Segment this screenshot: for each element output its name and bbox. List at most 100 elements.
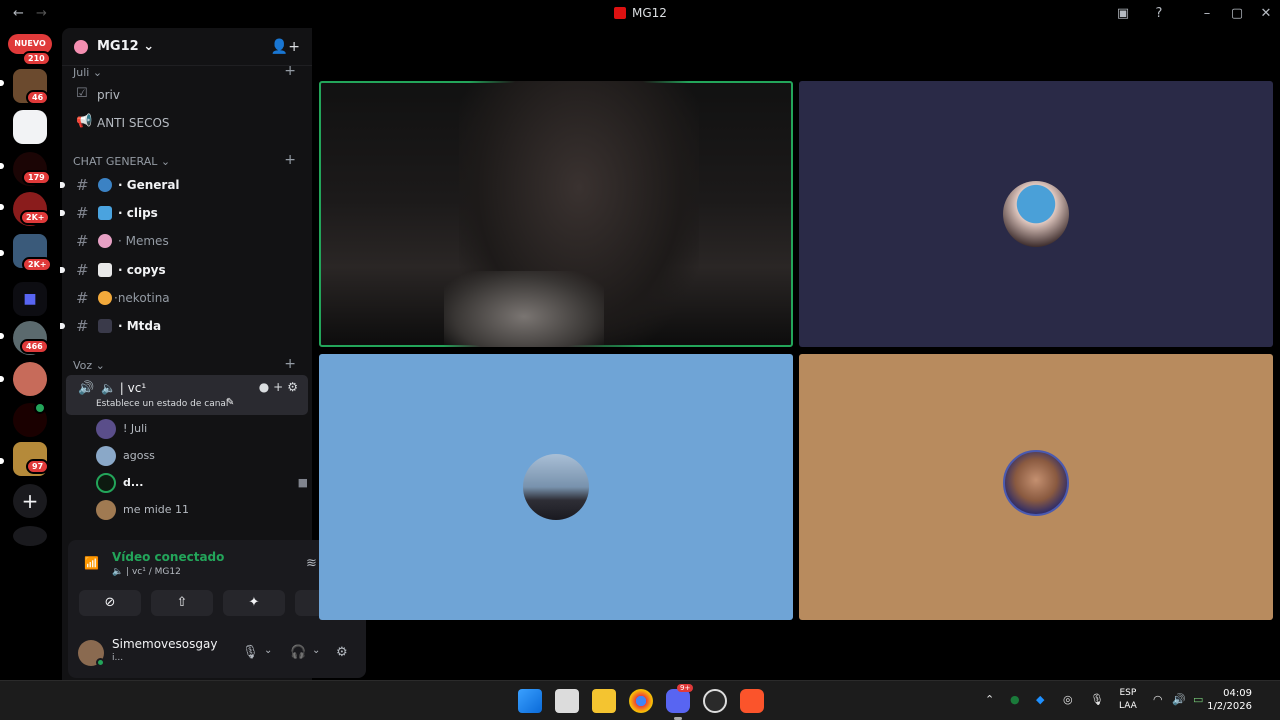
participant-avatar	[1003, 450, 1069, 516]
video-tile-avatar[interactable]	[799, 81, 1273, 347]
battery-icon[interactable]: ▭	[1193, 693, 1203, 706]
unread-badge: 179	[22, 170, 51, 185]
channel-name: · Memes	[118, 234, 169, 248]
edit-pencil-icon[interactable]: ✎	[226, 397, 234, 408]
chrome-icon[interactable]	[629, 689, 653, 713]
video-tile-camera[interactable]	[319, 81, 793, 347]
add-channel-icon[interactable]: +	[284, 152, 296, 168]
avatar	[96, 446, 116, 466]
user-settings-gear-icon[interactable]: ⚙	[336, 645, 348, 660]
voice-channel-tools: ●+⚙	[259, 380, 302, 394]
channel-nekotina[interactable]: # ·nekotina	[62, 285, 312, 311]
add-channel-icon[interactable]: +	[284, 356, 296, 372]
unread-pill	[0, 376, 4, 382]
channel-priv[interactable]: ☑ priv	[62, 82, 312, 108]
category-chat-general[interactable]: CHAT GENERAL ⌄	[73, 155, 170, 168]
back-arrow-icon[interactable]: ←	[13, 6, 24, 21]
server-icon[interactable]	[13, 362, 47, 396]
forward-arrow-icon[interactable]: →	[36, 6, 47, 21]
help-icon[interactable]: ?	[1149, 4, 1169, 24]
chevron-down-icon[interactable]: ⌄	[264, 645, 272, 656]
close-icon[interactable]: ✕	[1256, 4, 1276, 24]
chevron-down-icon[interactable]: ⌄	[312, 645, 320, 656]
invite-people-icon[interactable]: 👤+	[271, 39, 300, 55]
video-tile-avatar[interactable]	[799, 354, 1273, 620]
voice-channel-vc[interactable]: 🔊 🔈 | vc¹ Establece un estado de canal ✎…	[66, 375, 308, 415]
maximize-icon[interactable]: ▢	[1227, 4, 1247, 24]
category-juli[interactable]: Juli ⌄	[73, 66, 102, 79]
server-icon[interactable]	[13, 110, 47, 144]
category-voz[interactable]: Voz ⌄	[73, 359, 105, 372]
channel-clips[interactable]: # · clips	[60, 200, 312, 226]
wifi-icon[interactable]: ◠	[1153, 693, 1163, 706]
voice-member[interactable]: ! Juli	[96, 418, 296, 440]
camera-off-button[interactable]: ⊘	[79, 590, 141, 616]
avatar	[96, 419, 116, 439]
channel-general[interactable]: # · General	[60, 172, 312, 198]
signal-icon[interactable]: 📶	[84, 556, 99, 570]
username[interactable]: Simemovesosgay	[112, 637, 217, 651]
voice-member[interactable]: agoss	[96, 445, 296, 467]
tray-icon[interactable]: ●	[1010, 693, 1020, 706]
video-tile-avatar[interactable]	[319, 354, 793, 620]
start-icon[interactable]	[518, 689, 542, 713]
channel-copys[interactable]: # · copys	[60, 257, 312, 283]
shield-icon[interactable]: ◆	[1036, 693, 1044, 706]
tray-chevron-up-icon[interactable]: ⌃	[985, 693, 994, 706]
server-logo-icon	[614, 7, 626, 19]
store-icon[interactable]	[555, 689, 579, 713]
brave-icon[interactable]	[740, 689, 764, 713]
title-bar: ← → MG12 ▣ ? – ▢ ✕	[0, 0, 1280, 28]
discord-icon[interactable]	[666, 689, 690, 713]
hash-icon: #	[76, 261, 89, 279]
screen-share-button[interactable]: ⇧	[151, 590, 213, 616]
chat-icon[interactable]: ●	[259, 380, 273, 394]
hash-icon: #	[76, 176, 89, 194]
guild-header[interactable]: MG12 ⌄ 👤+	[62, 28, 312, 66]
document-icon	[98, 263, 112, 277]
voice-status-subtitle[interactable]: 🔈 | vc¹ / MG12	[112, 567, 181, 577]
guild-icon	[74, 40, 88, 54]
inbox-icon[interactable]: ▣	[1113, 4, 1133, 24]
invite-icon[interactable]: +	[273, 380, 287, 394]
minimize-icon[interactable]: –	[1197, 4, 1217, 24]
settings-gear-icon[interactable]: ⚙	[287, 380, 302, 394]
game-icon	[98, 319, 112, 333]
channel-name: · Mtda	[118, 319, 162, 333]
volume-icon[interactable]: 🔊	[1172, 693, 1186, 706]
activities-button[interactable]: ✦	[223, 590, 285, 616]
channel-name: · clips	[118, 206, 158, 220]
window-title-text: MG12	[632, 6, 667, 20]
cat-icon	[98, 291, 112, 305]
voice-status-title[interactable]: Vídeo conectado	[112, 550, 224, 564]
add-channel-icon[interactable]: +	[284, 63, 296, 79]
channel-mtda[interactable]: # · Mtda	[60, 313, 312, 339]
unread-pill	[0, 204, 4, 210]
language-indicator[interactable]: ESP LAA	[1119, 687, 1137, 713]
guild-name[interactable]: MG12 ⌄	[97, 39, 154, 54]
voice-member[interactable]: d... ■	[96, 472, 308, 494]
file-explorer-icon[interactable]	[592, 689, 616, 713]
member-name: d...	[123, 476, 144, 489]
add-server-icon[interactable]: +	[13, 484, 47, 518]
folder-icon[interactable]: ■	[13, 282, 47, 316]
clock[interactable]: 04:09 1/2/2026	[1207, 687, 1252, 713]
tray-icon[interactable]: ◎	[1063, 693, 1073, 706]
member-name: ! Juli	[123, 422, 148, 435]
avatar	[96, 473, 116, 493]
server-rail: NUEVO 210 46 179 2K+ 2K+ ■ 466 97 +	[0, 28, 62, 680]
voice-member[interactable]: me mide 11	[96, 499, 296, 521]
app-icon[interactable]	[703, 689, 727, 713]
announcement-icon: 📢	[76, 114, 93, 129]
unread-badge: 466	[20, 339, 49, 354]
microphone-icon[interactable]: 🎙	[242, 645, 259, 660]
noise-suppression-icon[interactable]: ≋	[306, 556, 317, 571]
channel-memes[interactable]: # · Memes	[62, 228, 312, 254]
microphone-icon[interactable]: 🎙	[1090, 693, 1104, 706]
headphones-icon[interactable]: 🎧	[290, 645, 306, 660]
hash-icon: #	[76, 289, 89, 307]
channel-anti-secos[interactable]: 📢 ANTI SECOS	[62, 110, 312, 136]
discover-icon[interactable]	[13, 526, 47, 546]
channel-status-prompt[interactable]: Establece un estado de canal	[96, 399, 228, 409]
channel-name: priv	[97, 88, 120, 102]
